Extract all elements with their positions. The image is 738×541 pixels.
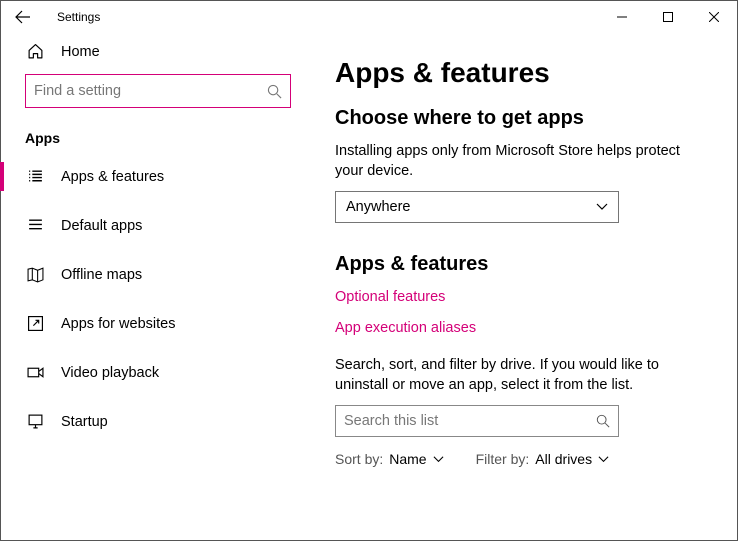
sidebar-item-apps-features[interactable]: Apps & features (1, 156, 311, 197)
defaults-icon (25, 217, 45, 234)
maximize-icon (663, 12, 673, 22)
sidebar-item-default-apps[interactable]: Default apps (1, 205, 311, 246)
filter-by-control[interactable]: Filter by: All drives (476, 451, 609, 467)
sort-value: Name (389, 451, 426, 467)
app-list-search-input[interactable] (344, 413, 596, 429)
sidebar-item-offline-maps[interactable]: Offline maps (1, 254, 311, 295)
sidebar-item-label: Video playback (61, 365, 159, 381)
home-icon (25, 43, 45, 60)
sidebar-item-label: Apps for websites (61, 316, 175, 332)
startup-icon (25, 413, 45, 430)
back-button[interactable] (1, 1, 45, 33)
open-icon (25, 315, 45, 332)
sidebar-item-apps-websites[interactable]: Apps for websites (1, 303, 311, 344)
close-icon (709, 12, 719, 22)
sidebar-item-label: Default apps (61, 218, 142, 234)
search-icon (267, 84, 282, 99)
main-content: Apps & features Choose where to get apps… (311, 33, 737, 540)
video-icon (25, 364, 45, 381)
apps-features-heading: Apps & features (335, 253, 709, 276)
settings-search-box[interactable] (25, 74, 291, 108)
sort-by-control[interactable]: Sort by: Name (335, 451, 444, 467)
chevron-down-icon (433, 454, 444, 465)
map-icon (25, 266, 45, 283)
sidebar-item-startup[interactable]: Startup (1, 401, 311, 442)
filter-value: All drives (535, 451, 592, 467)
search-icon (596, 414, 610, 428)
optional-features-link[interactable]: Optional features (335, 289, 445, 305)
home-label: Home (61, 44, 100, 60)
dropdown-value: Anywhere (346, 199, 410, 215)
settings-search-input[interactable] (34, 83, 267, 99)
sidebar-item-label: Apps & features (61, 169, 164, 185)
filter-label: Filter by: (476, 451, 530, 467)
minimize-icon (617, 12, 627, 22)
app-execution-aliases-link[interactable]: App execution aliases (335, 320, 476, 336)
arrow-left-icon (15, 9, 31, 25)
sidebar-section-header: Apps (1, 124, 311, 156)
choose-apps-heading: Choose where to get apps (335, 107, 709, 130)
chevron-down-icon (596, 201, 608, 213)
sidebar: Home Apps Apps & features Default apps O… (1, 33, 311, 540)
choose-apps-description: Installing apps only from Microsoft Stor… (335, 142, 695, 181)
close-button[interactable] (691, 1, 737, 33)
minimize-button[interactable] (599, 1, 645, 33)
sort-label: Sort by: (335, 451, 383, 467)
filter-description: Search, sort, and filter by drive. If yo… (335, 356, 695, 395)
sidebar-nav: Apps & features Default apps Offline map… (1, 156, 311, 442)
sort-filter-row: Sort by: Name Filter by: All drives (335, 451, 709, 467)
sidebar-item-video-playback[interactable]: Video playback (1, 352, 311, 393)
maximize-button[interactable] (645, 1, 691, 33)
page-title: Apps & features (335, 57, 709, 89)
title-bar: Settings (1, 1, 737, 33)
sidebar-item-label: Offline maps (61, 267, 142, 283)
home-button[interactable]: Home (1, 33, 311, 74)
sidebar-item-label: Startup (61, 414, 108, 430)
window-title: Settings (57, 10, 100, 24)
list-icon (25, 168, 45, 185)
chevron-down-icon (598, 454, 609, 465)
app-list-search-box[interactable] (335, 405, 619, 437)
app-source-dropdown[interactable]: Anywhere (335, 191, 619, 223)
